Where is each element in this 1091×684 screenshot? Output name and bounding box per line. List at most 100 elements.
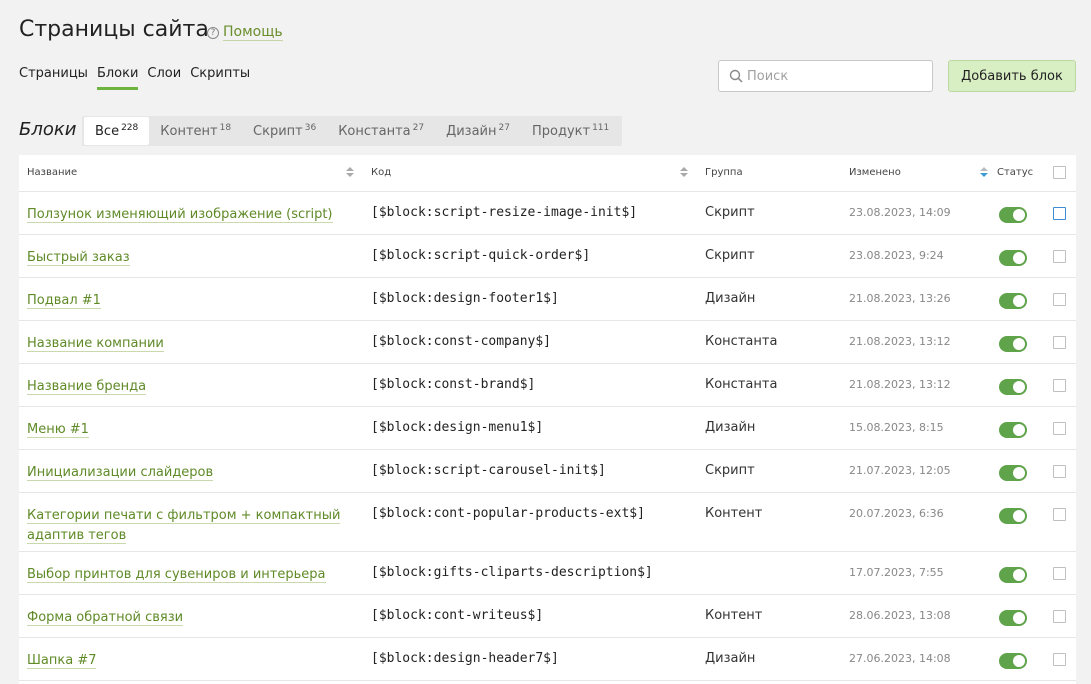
filter-count: 27: [412, 123, 425, 133]
table-row: Название компании [$block:const-company$…: [19, 320, 1076, 364]
column-header-select: [1047, 155, 1076, 192]
status-toggle[interactable]: [999, 566, 1027, 583]
row-checkbox[interactable]: [1053, 464, 1066, 478]
row-checkbox[interactable]: [1053, 206, 1066, 220]
help-link[interactable]: ? Помощь: [207, 25, 283, 41]
search-box[interactable]: [718, 60, 933, 92]
table-row: Быстрый заказ [$block:script-quick-order…: [19, 234, 1076, 278]
block-name-link[interactable]: Меню #1: [27, 421, 89, 438]
column-header-name[interactable]: Название: [19, 155, 363, 192]
block-group: Дизайн: [705, 650, 756, 666]
status-toggle[interactable]: [999, 609, 1027, 626]
row-checkbox[interactable]: [1053, 292, 1066, 306]
block-code: [$block:script-resize-image-init$]: [371, 204, 638, 220]
filter-product[interactable]: Продукт 111: [521, 117, 620, 145]
row-checkbox[interactable]: [1053, 566, 1066, 580]
status-toggle[interactable]: [999, 378, 1027, 395]
select-all-checkbox[interactable]: [1053, 166, 1066, 180]
filter-label: Константа: [338, 123, 411, 139]
blocks-table: Название Код Группа Изменено Статус Полз…: [19, 155, 1076, 684]
table-row: Название бренда [$block:const-brand$] Ко…: [19, 363, 1076, 407]
row-checkbox[interactable]: [1053, 507, 1066, 521]
filter-content[interactable]: Контент 18: [149, 117, 242, 145]
filter-script[interactable]: Скрипт 36: [242, 117, 327, 145]
search-icon: [729, 69, 743, 83]
column-label: Группа: [705, 167, 743, 179]
sort-icon[interactable]: [680, 167, 688, 179]
block-name-link[interactable]: Шапка #7: [27, 652, 97, 669]
row-checkbox[interactable]: [1053, 652, 1066, 666]
block-name-link[interactable]: Ползунок изменяющий изображение (script): [27, 206, 333, 223]
block-group: Контент: [705, 505, 763, 521]
block-name-link[interactable]: Выбор принтов для сувениров и интерьера: [27, 566, 326, 583]
section-tabs: Страницы Блоки Слои Скрипты: [19, 66, 259, 90]
block-group: Скрипт: [705, 462, 755, 478]
block-name-link[interactable]: Инициализации слайдеров: [27, 464, 214, 481]
tab-scripts[interactable]: Скрипты: [190, 66, 250, 90]
status-toggle[interactable]: [999, 507, 1027, 524]
status-toggle[interactable]: [999, 335, 1027, 352]
block-code: [$block:const-company$]: [371, 333, 552, 349]
filter-all[interactable]: Все 228: [84, 117, 150, 145]
sort-icon[interactable]: [346, 167, 354, 179]
row-checkbox[interactable]: [1053, 249, 1066, 263]
block-group: Дизайн: [705, 419, 756, 435]
filter-label: Продукт: [531, 123, 591, 139]
block-code: [$block:const-brand$]: [371, 376, 536, 392]
status-toggle[interactable]: [999, 652, 1027, 669]
block-code: [$block:design-footer1$]: [371, 290, 559, 306]
table-row: Подвал #1 [$block:design-footer1$] Дизай…: [19, 277, 1076, 321]
column-label: Изменено: [849, 167, 901, 179]
block-modified: 17.07.2023, 7:55: [849, 565, 944, 579]
block-name-link-line2[interactable]: адаптив тегов: [27, 527, 127, 544]
block-modified: 23.08.2023, 9:24: [849, 248, 944, 262]
add-block-button[interactable]: Добавить блок: [948, 60, 1076, 92]
table-row: Меню #1 [$block:design-menu1$] Дизайн 15…: [19, 406, 1076, 450]
block-name-link[interactable]: Подвал #1: [27, 292, 101, 309]
table-row: Выбор принтов для сувениров и интерьера …: [19, 551, 1076, 595]
tab-pages[interactable]: Страницы: [19, 66, 88, 90]
block-group: Константа: [705, 376, 778, 392]
block-name-link[interactable]: Форма обратной связи: [27, 609, 184, 626]
row-checkbox[interactable]: [1053, 421, 1066, 435]
column-label: Название: [27, 167, 78, 179]
status-toggle[interactable]: [999, 464, 1027, 481]
status-toggle[interactable]: [999, 292, 1027, 309]
row-checkbox[interactable]: [1053, 609, 1066, 623]
filter-constant[interactable]: Константа 27: [327, 117, 435, 145]
block-modified: 21.08.2023, 13:12: [849, 334, 951, 348]
filter-label: Скрипт: [253, 123, 303, 139]
block-modified: 21.08.2023, 13:12: [849, 377, 951, 391]
filter-count: 18: [219, 123, 232, 133]
filter-label: Контент: [160, 123, 218, 139]
column-label: Статус: [997, 167, 1034, 179]
tab-layers[interactable]: Слои: [147, 66, 181, 90]
block-modified: 28.06.2023, 13:08: [849, 608, 951, 622]
column-header-code[interactable]: Код: [363, 155, 697, 192]
filter-count: 36: [304, 123, 317, 133]
tab-blocks[interactable]: Блоки: [96, 66, 139, 90]
group-filter: Все 228 Контент 18 Скрипт 36 Константа 27 Ди…: [82, 116, 623, 146]
block-name-link[interactable]: Название компании: [27, 335, 164, 352]
status-toggle[interactable]: [999, 206, 1027, 223]
search-input[interactable]: [747, 68, 917, 84]
block-group: Скрипт: [705, 247, 755, 263]
filter-label: Дизайн: [446, 123, 497, 139]
column-header-status: Статус: [997, 155, 1047, 192]
table-row: Ползунок изменяющий изображение (script)…: [19, 191, 1076, 235]
block-group: Дизайн: [705, 290, 756, 306]
status-toggle[interactable]: [999, 249, 1027, 266]
row-checkbox[interactable]: [1053, 378, 1066, 392]
block-code: [$block:gifts-cliparts-description$]: [371, 564, 653, 580]
block-code: [$block:design-menu1$]: [371, 419, 544, 435]
block-code: [$block:design-header7$]: [371, 650, 559, 666]
page-title: Страницы сайта: [19, 17, 209, 42]
block-name-link[interactable]: Категории печати с фильтром + компактный: [27, 507, 341, 524]
status-toggle[interactable]: [999, 421, 1027, 438]
sort-desc-icon[interactable]: [980, 167, 988, 179]
row-checkbox[interactable]: [1053, 335, 1066, 349]
block-name-link[interactable]: Быстрый заказ: [27, 249, 130, 266]
block-name-link[interactable]: Название бренда: [27, 378, 147, 395]
filter-design[interactable]: Дизайн 27: [435, 117, 521, 145]
column-header-modified[interactable]: Изменено: [847, 155, 997, 192]
